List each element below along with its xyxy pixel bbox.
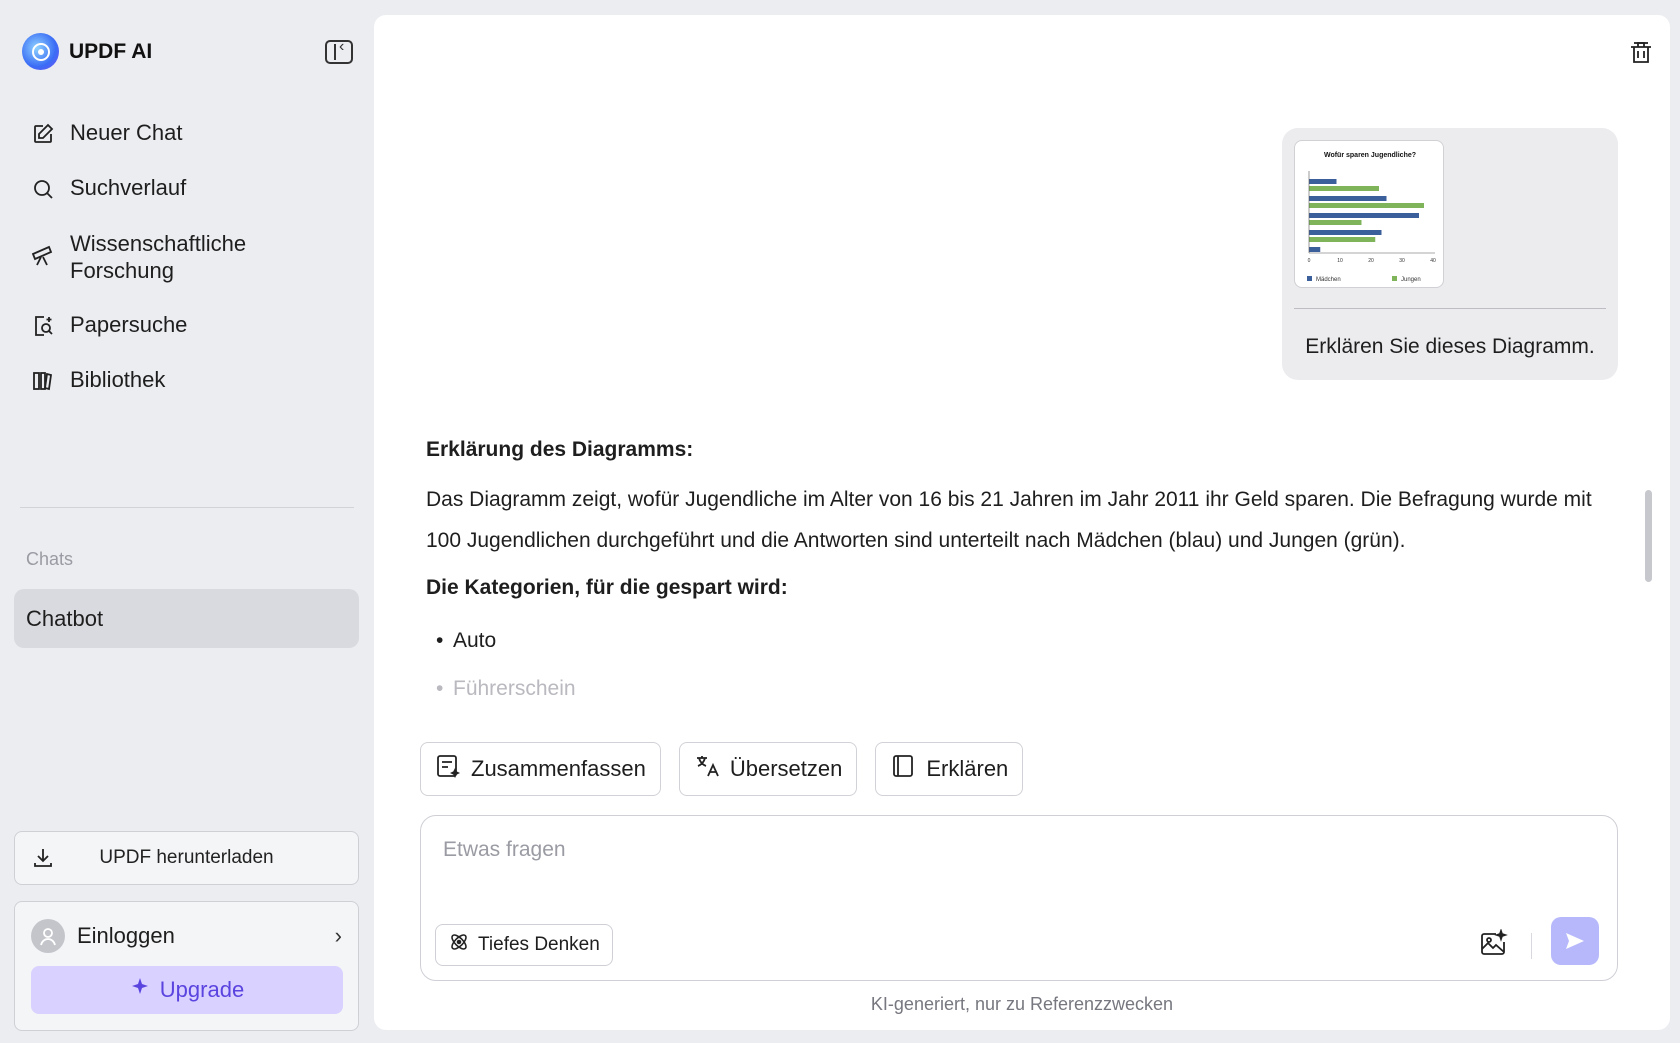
- list-item: Auto: [436, 617, 1606, 665]
- translate-icon: [694, 753, 720, 785]
- quick-actions: Zusammenfassen Übersetzen Erklären: [420, 742, 1024, 796]
- user-message-text: Erklären Sie dieses Diagramm.: [1305, 335, 1595, 358]
- attachment-bar: [1309, 220, 1362, 225]
- deep-thinking-toggle[interactable]: Tiefes Denken: [435, 924, 613, 966]
- summarize-icon: [435, 753, 461, 785]
- nav-item-research[interactable]: Wissenschaftliche Forschung: [14, 216, 358, 298]
- nav-item-label: Bibliothek: [70, 367, 166, 392]
- chat-panel: Wofür sparen Jugendliche? 0 10 20 30 40 Mädc…: [374, 15, 1670, 1030]
- sidebar-nav: Neuer Chat Suchverlauf Wissenschaftliche…: [14, 106, 358, 408]
- category-list: Auto Führerschein: [426, 617, 1606, 713]
- attachment-bar: [1309, 179, 1337, 184]
- summarize-label: Zusammenfassen: [471, 756, 646, 781]
- telescope-icon: [30, 242, 56, 268]
- explain-button[interactable]: Erklären: [875, 742, 1024, 796]
- attachment-bar: [1309, 186, 1379, 191]
- chevron-right-icon: ›: [334, 923, 342, 948]
- download-updf-button[interactable]: UPDF herunterladen: [14, 831, 359, 885]
- nav-item-library[interactable]: Bibliothek: [14, 353, 358, 408]
- login-label: Einloggen: [77, 923, 175, 948]
- list-item: Führerschein: [436, 665, 1606, 713]
- attachment-x-tick: 0: [1308, 258, 1311, 264]
- attachment-x-ticks: 0 10 20 30 40: [1308, 258, 1436, 264]
- nav-item-search-history[interactable]: Suchverlauf: [14, 161, 358, 216]
- image-upload-icon[interactable]: [1478, 928, 1510, 961]
- attachment-chart: Wofür sparen Jugendliche? 0 10 20 30 40 Mädc…: [1307, 152, 1436, 283]
- scrollbar-thumb[interactable]: [1645, 490, 1652, 582]
- updf-logo-icon: [22, 33, 59, 70]
- assistant-answer: Erklärung des Diagramms: Das Diagramm ze…: [426, 435, 1606, 713]
- attachment-bar: [1309, 213, 1419, 218]
- ai-disclaimer: KI-generiert, nur zu Referenzzwecken: [870, 994, 1174, 1014]
- translate-button[interactable]: Übersetzen: [678, 742, 858, 796]
- nav-item-new-chat[interactable]: Neuer Chat: [14, 106, 358, 161]
- attachment-bar: [1309, 196, 1387, 201]
- clear-chat-icon[interactable]: [1626, 37, 1658, 69]
- attachment-x-tick: 20: [1368, 258, 1374, 264]
- upgrade-button[interactable]: Upgrade: [31, 966, 343, 1014]
- attachment-bars: [1309, 179, 1424, 252]
- nav-item-label: Wissenschaftliche Forschung: [70, 230, 246, 284]
- answer-subheading: Die Kategorien, für die gespart wird:: [426, 576, 788, 599]
- nav-item-label: Suchverlauf: [70, 175, 187, 200]
- sidebar-divider: [20, 507, 354, 508]
- attachment-x-tick: 40: [1430, 258, 1436, 264]
- search-icon: [30, 176, 56, 202]
- download-label: UPDF herunterladen: [99, 847, 274, 868]
- atom-icon: [448, 931, 470, 959]
- chats-section-label: Chats: [26, 549, 74, 569]
- book-icon: [890, 753, 916, 785]
- chat-item-chatbot[interactable]: Chatbot: [14, 589, 359, 648]
- login-row[interactable]: Einloggen ›: [31, 918, 342, 954]
- brand-name: UPDF AI: [69, 39, 153, 63]
- attachment-bar: [1309, 247, 1321, 252]
- nav-item-label: Neuer Chat: [70, 120, 183, 145]
- send-button[interactable]: [1551, 917, 1599, 965]
- legend-label-girls: Mädchen: [1316, 277, 1341, 283]
- brand: UPDF AI: [22, 33, 152, 70]
- legend-label-boys: Jungen: [1401, 277, 1421, 283]
- library-icon: [30, 368, 56, 394]
- legend-swatch-girls: [1307, 276, 1312, 281]
- download-icon: [31, 846, 55, 876]
- explain-label: Erklären: [926, 756, 1009, 781]
- composer: Tiefes Denken: [420, 815, 1618, 981]
- avatar: [31, 919, 65, 953]
- chat-input[interactable]: [443, 838, 1343, 862]
- answer-paragraph: Das Diagramm zeigt, wofür Jugendliche im…: [426, 488, 1592, 552]
- deep-thinking-label: Tiefes Denken: [478, 934, 600, 955]
- attachment-bar: [1309, 237, 1376, 242]
- paper-search-icon: [30, 313, 56, 339]
- nav-label-line2: Forschung: [70, 258, 174, 283]
- attachment-x-tick: 30: [1399, 258, 1405, 264]
- attachment-bar: [1309, 230, 1382, 235]
- upgrade-label: Upgrade: [159, 977, 245, 1002]
- user-message: Wofür sparen Jugendliche? 0 10 20 30 40 Mädc…: [1282, 128, 1618, 380]
- nav-label-line1: Wissenschaftliche: [70, 231, 247, 256]
- attachment-bar: [1309, 203, 1424, 208]
- answer-heading: Erklärung des Diagramms:: [426, 438, 694, 461]
- composer-separator: [1531, 933, 1532, 959]
- edit-icon: [30, 121, 56, 147]
- legend-swatch-boys: [1392, 276, 1397, 281]
- collapse-sidebar-icon[interactable]: [325, 38, 353, 64]
- nav-item-label: Papersuche: [70, 312, 188, 337]
- nav-item-paper-search[interactable]: Papersuche: [14, 298, 358, 353]
- sparkle-icon: [130, 977, 150, 1003]
- attachment-title: Wofür sparen Jugendliche?: [1324, 152, 1416, 159]
- send-icon: [1566, 933, 1584, 949]
- attachment-thumbnail[interactable]: Wofür sparen Jugendliche? 0 10 20 30 40 Mädc…: [1294, 140, 1444, 288]
- attachment-x-tick: 10: [1337, 258, 1343, 264]
- account-panel: Einloggen › Upgrade: [14, 901, 359, 1031]
- sidebar: UPDF AI Neuer Chat Suchverlauf Wissensch…: [0, 0, 372, 1043]
- translate-label: Übersetzen: [729, 756, 843, 781]
- summarize-button[interactable]: Zusammenfassen: [420, 742, 661, 796]
- message-separator: [1294, 308, 1606, 309]
